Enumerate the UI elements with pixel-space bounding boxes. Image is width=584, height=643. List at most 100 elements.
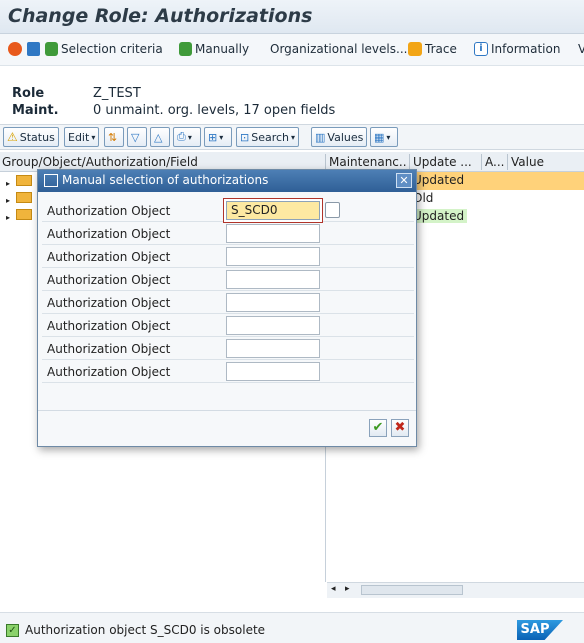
authorization-object-label: Authorization Object: [47, 273, 171, 287]
plan-button[interactable]: [8, 42, 22, 56]
column-header-maintenance[interactable]: Maintenanc...: [329, 155, 407, 169]
status-message[interactable]: ✓ Authorization object S_SCD0 is obsolet…: [6, 623, 265, 637]
print-button[interactable]: ⎙ ▾: [173, 127, 201, 147]
tree-node[interactable]: ▸: [6, 209, 32, 223]
column-header-value[interactable]: Value: [511, 155, 581, 169]
success-check-icon: ✓: [6, 623, 19, 637]
scroll-right-icon[interactable]: ▸: [345, 584, 350, 594]
dropdown-icon: ▾: [187, 132, 192, 142]
values-icon: ▥: [315, 130, 326, 144]
trace-icon: [408, 42, 422, 56]
tree-node[interactable]: ▸: [6, 175, 32, 189]
info-icon: i: [474, 42, 488, 56]
authorization-object-row: Authorization Object: [42, 246, 414, 268]
trace-button[interactable]: Trace: [408, 42, 457, 56]
authorization-object-row: Authorization Object S_SCD0: [42, 200, 414, 222]
sap-logo: SAP: [517, 620, 563, 640]
expand-all-button[interactable]: △: [150, 127, 170, 147]
page-title: Change Role: Authorizations: [8, 5, 313, 27]
organizational-levels-button[interactable]: Organizational levels...: [270, 42, 407, 56]
column-header-group[interactable]: Group/Object/Authorization/Field: [2, 155, 322, 169]
update-status: Updated: [413, 173, 465, 187]
search-icon: ⊡: [240, 130, 250, 144]
title-bar: Change Role: Authorizations: [0, 0, 584, 34]
edit-button[interactable]: Edit ▾: [64, 127, 100, 147]
authorization-object-input[interactable]: [226, 224, 320, 243]
trash-icon: [27, 42, 40, 56]
layout-button[interactable]: ⊞ ▾: [204, 127, 232, 147]
column-separator: [325, 154, 326, 170]
authorization-object-label: Authorization Object: [47, 227, 171, 241]
values-label: Values: [327, 130, 364, 144]
tree-toolbar: ⚠ Status Edit ▾ ⇅ ▽ △ ⎙ ▾ ⊞ ▾ ⊡ Search ▾…: [0, 124, 584, 150]
search-label: Search: [251, 130, 290, 144]
confirm-button[interactable]: ✔: [369, 419, 387, 437]
selection-criteria-button[interactable]: Selection criteria: [45, 42, 163, 56]
authorization-object-input[interactable]: [226, 293, 320, 312]
dialog-title: Manual selection of authorizations: [62, 173, 269, 187]
dropdown-icon: ▾: [91, 132, 96, 142]
authorization-object-label: Authorization Object: [47, 342, 171, 356]
authorization-object-input[interactable]: [226, 270, 320, 289]
scroll-left-icon[interactable]: ◂: [331, 584, 336, 594]
scroll-thumb[interactable]: [361, 585, 463, 595]
dialog-window-icon: [44, 174, 58, 187]
role-value: Z_TEST: [93, 86, 141, 101]
plan-icon: [8, 42, 22, 56]
status-label: Status: [19, 130, 55, 144]
authorization-object-label: Authorization Object: [47, 204, 171, 218]
information-label: Information: [491, 42, 561, 56]
authorization-object-input[interactable]: S_SCD0: [226, 201, 320, 220]
expand-icon: ⇅: [108, 130, 118, 144]
authorization-object-input[interactable]: [226, 362, 320, 381]
horizontal-scrollbar[interactable]: ◂ ▸: [327, 582, 584, 598]
authorization-object-input[interactable]: [226, 316, 320, 335]
layout-icon: ⊞: [208, 130, 218, 144]
cancel-button[interactable]: ✖: [391, 419, 409, 437]
expand-button[interactable]: ⇅: [104, 127, 124, 147]
column-button[interactable]: ▦ ▾: [370, 127, 398, 147]
more-button[interactable]: V: [578, 42, 584, 56]
value-help-icon[interactable]: [325, 202, 340, 218]
dropdown-icon: ▾: [219, 132, 224, 142]
manual-selection-dialog: Manual selection of authorizations ✕ Aut…: [37, 169, 417, 447]
manually-button[interactable]: Manually: [179, 42, 249, 56]
authorization-object-row: Authorization Object: [42, 223, 414, 245]
folder-icon: [15, 175, 32, 186]
values-button[interactable]: ▥ Values: [311, 127, 368, 147]
search-button[interactable]: ⊡ Search ▾: [236, 127, 300, 147]
dialog-title-bar: Manual selection of authorizations ✕: [38, 170, 416, 192]
authorization-object-input[interactable]: [226, 339, 320, 358]
column-header-update[interactable]: Update ...: [413, 155, 479, 169]
close-icon[interactable]: ✕: [396, 173, 412, 188]
dropdown-icon: ▾: [386, 132, 391, 142]
warning-icon: ⚠: [7, 130, 18, 144]
folder-icon: [15, 209, 32, 220]
information-button[interactable]: i Information: [474, 42, 560, 56]
column-separator: [481, 154, 482, 170]
authorization-object-label: Authorization Object: [47, 250, 171, 264]
authorization-object-row: Authorization Object: [42, 338, 414, 360]
trace-label: Trace: [425, 42, 457, 56]
status-button[interactable]: ⚠ Status: [3, 127, 59, 147]
authorization-object-row: Authorization Object: [42, 315, 414, 337]
expand-arrow-icon: ▸: [6, 179, 11, 188]
column-separator: [507, 154, 508, 170]
authorization-object-label: Authorization Object: [47, 319, 171, 333]
maint-value: 0 unmaint. org. levels, 17 open fields: [93, 103, 336, 118]
add-node-icon: [45, 42, 58, 56]
column-icon: ▦: [374, 130, 385, 144]
add-node-icon: [179, 42, 192, 56]
authorization-object-input[interactable]: [226, 247, 320, 266]
dropdown-icon: ▾: [291, 132, 296, 142]
expand-all-icon: △: [154, 130, 163, 144]
update-status: Updated: [410, 209, 468, 223]
status-message-text: Authorization object S_SCD0 is obsolete: [25, 623, 266, 637]
column-header-a[interactable]: A...: [485, 155, 505, 169]
manually-label: Manually: [195, 42, 250, 56]
tree-node[interactable]: ▸: [6, 192, 32, 206]
delete-button[interactable]: [27, 42, 40, 56]
column-separator: [409, 154, 410, 170]
organizational-levels-label: Organizational levels...: [270, 42, 408, 56]
collapse-button[interactable]: ▽: [127, 127, 147, 147]
